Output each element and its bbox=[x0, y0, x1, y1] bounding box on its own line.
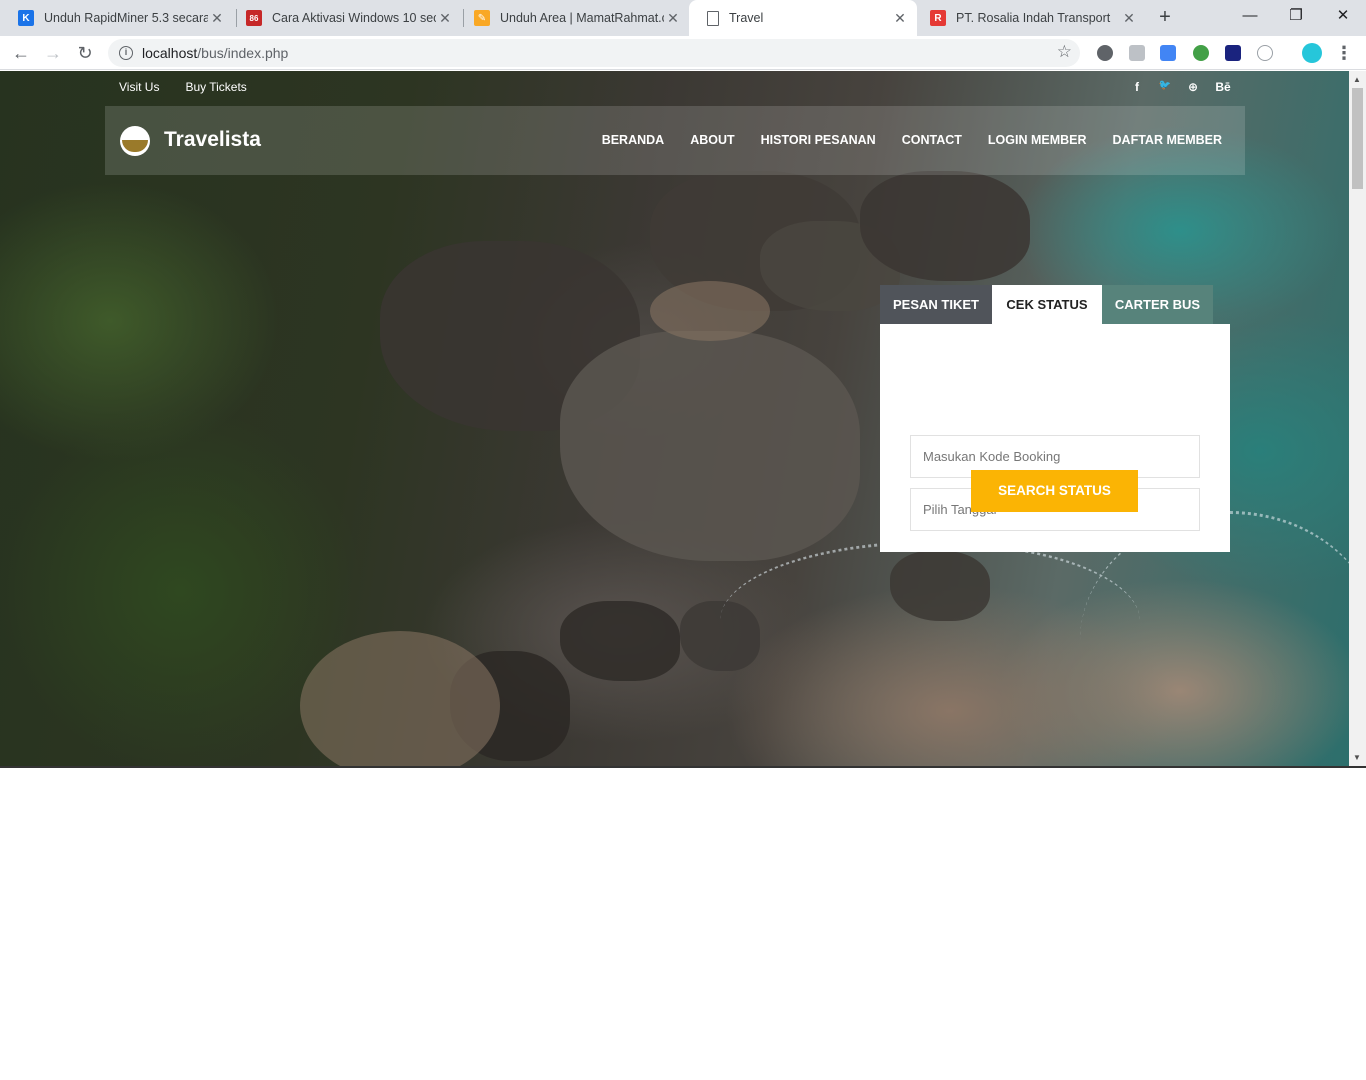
behance-icon[interactable]: Bē bbox=[1214, 80, 1232, 94]
background-rock bbox=[860, 171, 1030, 281]
social-links: f 🐦 ⊕ Bē bbox=[1130, 80, 1232, 94]
nav-histori-pesanan[interactable]: HISTORI PESANAN bbox=[761, 133, 876, 147]
browser-tab-windows-activation[interactable]: 86 Cara Aktivasi Windows 10 seca ✕ bbox=[228, 0, 462, 36]
visit-us-link[interactable]: Visit Us bbox=[119, 80, 159, 94]
scroll-down-icon[interactable]: ▼ bbox=[1353, 753, 1361, 762]
background-rock bbox=[560, 331, 860, 561]
viewport-bottom-border bbox=[0, 766, 1366, 768]
browser-tab-rapidminer[interactable]: K Unduh RapidMiner 5.3 secara g ✕ bbox=[0, 0, 234, 36]
browser-tab-strip: K Unduh RapidMiner 5.3 secara g ✕ 86 Car… bbox=[0, 0, 1366, 36]
cek-status-form: Masukan Kode Booking Pilih Tanggal SEARC… bbox=[880, 324, 1230, 552]
tab-title: Travel bbox=[729, 11, 764, 25]
browser-tab-travel[interactable]: Travel ✕ bbox=[689, 0, 917, 36]
nav-contact[interactable]: CONTACT bbox=[902, 133, 962, 147]
nav-daftar-member[interactable]: DAFTAR MEMBER bbox=[1113, 133, 1222, 147]
close-window-button[interactable]: ✕ bbox=[1331, 4, 1355, 28]
background-wave bbox=[720, 541, 1140, 701]
extension-globe-icon[interactable] bbox=[1193, 45, 1209, 61]
address-bar[interactable]: i localhost/bus/index.php ☆ bbox=[108, 39, 1080, 67]
browser-tab-unduh-area[interactable]: ✎ Unduh Area | MamatRahmat.co ✕ bbox=[456, 0, 690, 36]
main-menu: BERANDA ABOUT HISTORI PESANAN CONTACT LO… bbox=[602, 133, 1222, 147]
extension-camera-icon[interactable] bbox=[1129, 45, 1145, 61]
page-scrollbar[interactable]: ▲ ▼ bbox=[1349, 71, 1366, 767]
logo-icon[interactable] bbox=[120, 126, 150, 156]
browser-tab-rosalia[interactable]: R PT. Rosalia Indah Transport ✕ bbox=[912, 0, 1146, 36]
hero-section: Visit Us Buy Tickets f 🐦 ⊕ Bē Travelista… bbox=[0, 71, 1349, 767]
background-rock bbox=[560, 601, 680, 681]
bookmark-star-icon[interactable]: ☆ bbox=[1057, 42, 1072, 62]
back-button[interactable]: ← bbox=[8, 40, 34, 66]
tab-pesan-tiket[interactable]: PESAN TIKET bbox=[880, 285, 992, 324]
browser-menu-icon[interactable]: ⋮ bbox=[1331, 40, 1357, 66]
tab-close-icon[interactable]: ✕ bbox=[208, 10, 226, 27]
scrollbar-thumb[interactable] bbox=[1352, 88, 1363, 189]
tab-close-icon[interactable]: ✕ bbox=[436, 10, 454, 27]
tab-close-icon[interactable]: ✕ bbox=[1120, 10, 1138, 27]
tab-title: Unduh RapidMiner 5.3 secara g bbox=[44, 11, 208, 25]
tab-carter-bus[interactable]: CARTER BUS bbox=[1102, 285, 1213, 324]
brand-name[interactable]: Travelista bbox=[164, 128, 261, 152]
main-navbar: Travelista BERANDA ABOUT HISTORI PESANAN… bbox=[105, 106, 1245, 175]
google-translate-icon[interactable] bbox=[1160, 45, 1176, 61]
pencil-favicon-icon: ✎ bbox=[474, 10, 490, 26]
tab-close-icon[interactable]: ✕ bbox=[664, 10, 682, 27]
dribbble-icon[interactable]: ⊕ bbox=[1186, 80, 1200, 94]
url-host: localhost bbox=[142, 45, 198, 61]
site-info-icon[interactable]: i bbox=[119, 46, 133, 60]
twitter-icon[interactable]: 🐦 bbox=[1158, 80, 1172, 94]
background-sand bbox=[300, 631, 500, 767]
reload-button[interactable]: ↻ bbox=[72, 40, 98, 66]
new-tab-button[interactable]: + bbox=[1154, 6, 1176, 28]
facebook-icon[interactable]: f bbox=[1130, 80, 1144, 94]
calendar-favicon-icon: 86 bbox=[246, 10, 262, 26]
profile-avatar[interactable] bbox=[1302, 43, 1322, 63]
tab-close-icon[interactable]: ✕ bbox=[891, 10, 909, 27]
url-text: localhost/bus/index.php bbox=[142, 45, 288, 61]
tab-cek-status[interactable]: CEK STATUS bbox=[992, 285, 1102, 324]
nav-login-member[interactable]: LOGIN MEMBER bbox=[988, 133, 1087, 147]
extension-info-icon[interactable] bbox=[1225, 45, 1241, 61]
rosalia-favicon-icon: R bbox=[930, 10, 946, 26]
nav-about[interactable]: ABOUT bbox=[690, 133, 734, 147]
browser-toolbar: ← → ↻ i localhost/bus/index.php ☆ ⋮ bbox=[0, 36, 1366, 70]
extension-code-icon[interactable] bbox=[1257, 45, 1273, 61]
forward-button[interactable]: → bbox=[40, 40, 66, 66]
buy-tickets-link[interactable]: Buy Tickets bbox=[185, 80, 246, 94]
search-status-button[interactable]: SEARCH STATUS bbox=[971, 470, 1138, 512]
minimize-button[interactable]: — bbox=[1238, 4, 1262, 28]
tab-title: PT. Rosalia Indah Transport bbox=[956, 11, 1111, 25]
document-favicon-icon bbox=[707, 10, 719, 26]
scroll-up-icon[interactable]: ▲ bbox=[1353, 75, 1361, 84]
background-sand bbox=[650, 281, 770, 341]
tab-title: Cara Aktivasi Windows 10 seca bbox=[272, 11, 436, 25]
top-links: Visit Us Buy Tickets bbox=[119, 80, 247, 94]
nav-beranda[interactable]: BERANDA bbox=[602, 133, 665, 147]
booking-tabs: PESAN TIKET CEK STATUS CARTER BUS bbox=[880, 285, 1213, 324]
restore-button[interactable]: ❐ bbox=[1284, 4, 1308, 28]
tab-title: Unduh Area | MamatRahmat.co bbox=[500, 11, 664, 25]
extension-lightning-icon[interactable] bbox=[1097, 45, 1113, 61]
rapidminer-favicon-icon: K bbox=[18, 10, 34, 26]
url-path: /bus/index.php bbox=[197, 45, 289, 61]
